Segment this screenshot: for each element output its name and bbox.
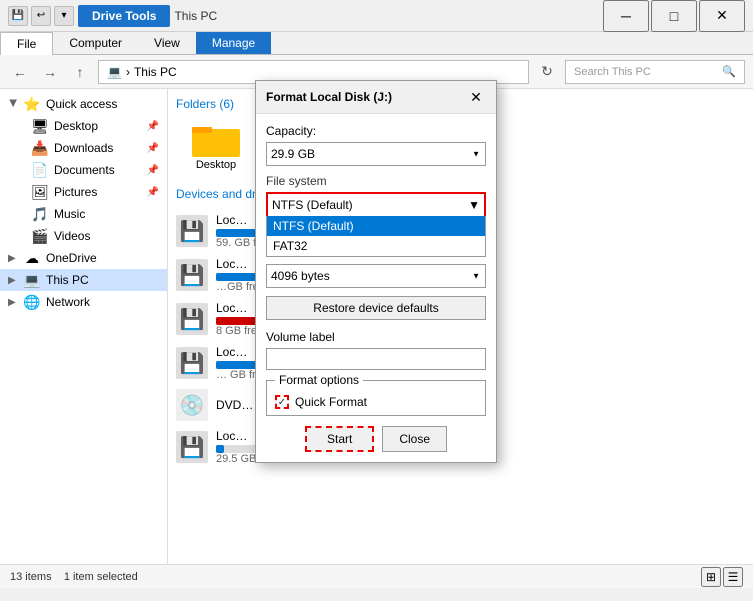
dropdown-arrow-icon: ▼ (468, 198, 480, 212)
dialog-body: Capacity: 29.9 GB File system NTFS (Defa… (256, 114, 496, 462)
restore-defaults-button[interactable]: Restore device defaults (266, 296, 486, 320)
quick-format-row: ✓ Quick Format (275, 395, 477, 409)
filesystem-option-ntfs[interactable]: NTFS (Default) (267, 216, 485, 236)
dialog-close-x[interactable]: ✕ (466, 87, 486, 107)
quick-format-label: Quick Format (295, 395, 367, 409)
filesystem-option-fat32[interactable]: FAT32 (267, 236, 485, 256)
quick-format-checkbox[interactable]: ✓ (275, 395, 289, 409)
close-dialog-button[interactable]: Close (382, 426, 447, 452)
dialog-buttons: Start Close (266, 426, 486, 452)
allocation-select-wrapper: 4096 bytes (266, 264, 486, 288)
capacity-label: Capacity: (266, 124, 486, 138)
filesystem-current: NTFS (Default) (272, 198, 353, 212)
filesystem-label: File system (266, 174, 486, 188)
filesystem-dropdown[interactable]: NTFS (Default) ▼ NTFS (Default) FAT32 (266, 192, 486, 216)
capacity-select[interactable]: 29.9 GB (266, 142, 486, 166)
allocation-section: 4096 bytes (266, 264, 486, 288)
format-options-group: Format options ✓ Quick Format (266, 380, 486, 416)
dialog-title: Format Local Disk (J:) (266, 90, 392, 104)
filesystem-trigger[interactable]: NTFS (Default) ▼ (266, 192, 486, 216)
dialog-title-bar: Format Local Disk (J:) ✕ (256, 81, 496, 114)
allocation-select[interactable]: 4096 bytes (266, 264, 486, 288)
format-options-label: Format options (275, 373, 363, 387)
filesystem-dropdown-list: NTFS (Default) FAT32 (266, 216, 486, 257)
dialog-overlay: Format Local Disk (J:) ✕ Capacity: 29.9 … (0, 0, 753, 601)
capacity-select-wrapper: 29.9 GB (266, 142, 486, 166)
volume-input[interactable] (266, 348, 486, 370)
checkmark-icon: ✓ (278, 397, 286, 408)
format-dialog: Format Local Disk (J:) ✕ Capacity: 29.9 … (255, 80, 497, 463)
volume-label: Volume label (266, 330, 486, 344)
start-button[interactable]: Start (305, 426, 374, 452)
